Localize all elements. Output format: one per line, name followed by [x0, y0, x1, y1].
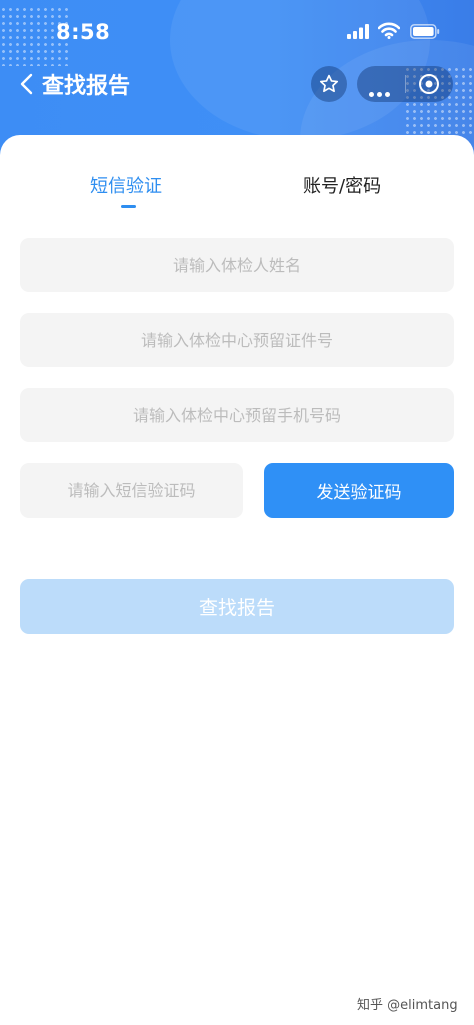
star-icon [319, 74, 339, 93]
status-time: 8:58 [56, 20, 111, 44]
name-input[interactable] [20, 238, 454, 292]
sms-code-input[interactable] [20, 463, 243, 518]
favorite-button[interactable] [311, 66, 347, 102]
signal-icon [347, 24, 369, 39]
active-tab-indicator [121, 205, 136, 208]
find-report-button[interactable]: 查找报告 [20, 579, 454, 634]
back-arrow-icon[interactable] [16, 72, 40, 96]
id-number-input[interactable] [20, 313, 454, 367]
navigation-bar: 查找报告 [0, 62, 474, 106]
watermark: 知乎 @elimtang [357, 998, 458, 1013]
more-dots-icon[interactable] [369, 82, 393, 101]
page-title: 查找报告 [42, 74, 131, 99]
status-bar: 8:58 [0, 0, 474, 62]
tab-account-password[interactable]: 账号/密码 [303, 172, 381, 198]
phone-input[interactable] [20, 388, 454, 442]
tab-sms-verification[interactable]: 短信验证 [90, 172, 162, 198]
target-icon[interactable] [418, 73, 440, 95]
mini-program-capsule [357, 66, 453, 102]
battery-icon [410, 24, 440, 39]
wifi-icon [378, 22, 400, 39]
send-code-button[interactable]: 发送验证码 [264, 463, 454, 518]
capsule-divider [405, 75, 406, 93]
